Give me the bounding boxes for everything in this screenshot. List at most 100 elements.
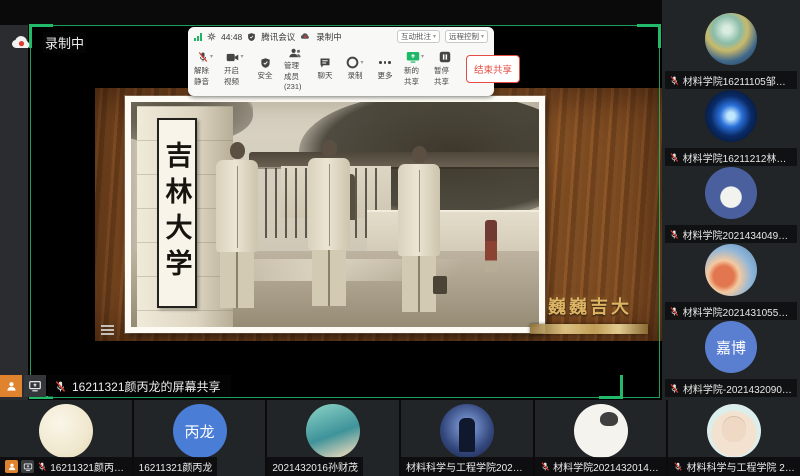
annotation-label: 互动批注 — [401, 31, 431, 42]
mic-muted-icon — [37, 461, 47, 472]
background-figure — [485, 220, 497, 272]
photo-album-background: 吉林大学 巍巍吉 — [95, 88, 662, 341]
participant-cell[interactable]: 材料学院16211212林越珩 — [662, 90, 800, 167]
mic-muted-icon — [673, 461, 683, 472]
video-tile[interactable]: 丙龙 16211321颜丙龙 — [134, 400, 266, 476]
mic-muted-icon — [669, 229, 680, 240]
unmute-label: 解除静音 — [194, 65, 216, 87]
chat-button[interactable]: 聊天 — [314, 56, 336, 81]
manage-members-label: 管理成员(231) — [284, 60, 306, 91]
mic-muted-icon — [669, 152, 680, 163]
photo-scene: 吉林大学 — [131, 102, 539, 327]
avatar — [440, 404, 494, 458]
presenter-icon — [5, 460, 18, 473]
recording-status-label: 录制中 — [316, 31, 342, 43]
cloud-record-status-icon — [300, 32, 311, 41]
settings-gear-icon[interactable] — [207, 32, 216, 41]
recording-badge-label: 录制中 — [43, 32, 86, 53]
manage-members-button[interactable]: 管理成员(231) — [284, 46, 306, 91]
participant-name: 材料学院16211212林越珩 — [683, 150, 793, 165]
chevron-down-icon[interactable]: ▾ — [360, 60, 363, 66]
pause-share-button[interactable]: 暂停共享 — [434, 51, 456, 87]
old-photo: 吉林大学 — [125, 96, 545, 333]
video-tile[interactable]: 材料科学与工程学院2021432... — [401, 400, 533, 476]
new-share-label: 新的共享 — [404, 65, 426, 87]
mic-muted-icon — [669, 75, 680, 86]
more-label: 更多 — [378, 70, 393, 81]
meeting-toolbar: 44:48 腾讯会议 录制中 互动批注 远程控制 — [188, 27, 494, 96]
security-button[interactable]: 安全 — [254, 56, 276, 81]
chat-icon — [319, 57, 331, 69]
participant-name: 材料学院2021431055王... — [683, 304, 793, 319]
chat-label: 聊天 — [318, 70, 333, 81]
tile-name: 材料学院2021432014孟... — [553, 459, 661, 474]
presenter-label: 16211321颜丙龙的屏幕共享 — [72, 378, 221, 395]
start-video-button[interactable]: ▾ 开启视频 — [224, 51, 246, 87]
more-dots-icon — [379, 56, 391, 69]
participant-name: 材料学院16211105邹幅至 — [683, 73, 793, 88]
tile-name: 16211321颜丙龙... — [50, 459, 126, 474]
participant-name: 材料学院2021434049沈阳 — [683, 227, 793, 242]
avatar — [39, 404, 93, 458]
participant-cell[interactable]: 材料学院2021434049沈阳 — [662, 167, 800, 244]
end-share-button[interactable]: 结束共享 — [466, 55, 520, 83]
video-tile[interactable]: 材料科学与工程学院 202... — [668, 400, 800, 476]
briefcase — [433, 276, 447, 294]
screen-share-icon — [24, 375, 46, 397]
mic-muted-icon — [54, 380, 67, 393]
mic-muted-icon — [540, 461, 550, 472]
new-share-icon — [406, 51, 420, 63]
video-tile[interactable]: 材料学院2021432014孟... — [535, 400, 667, 476]
cloud-recording-icon — [10, 35, 34, 51]
members-icon — [288, 47, 302, 59]
left-edge-strip — [0, 25, 28, 400]
player-menu-icon — [101, 325, 114, 335]
mic-muted-icon — [197, 51, 209, 63]
watermark-text: 巍巍吉大 — [548, 293, 632, 319]
participant-sidebar: 材料学院16211105邹幅至 材料学院16211212林越珩 材料学院2021… — [662, 0, 800, 400]
tile-name: 材料科学与工程学院2021432... — [406, 459, 528, 474]
meeting-title: 腾讯会议 — [261, 31, 295, 43]
chevron-down-icon[interactable]: ▾ — [240, 54, 243, 60]
participant-name: 材料学院-2021432090-... — [683, 381, 793, 396]
security-shield-icon — [260, 57, 271, 69]
avatar: 嘉博 — [705, 321, 757, 373]
participant-cell[interactable]: 材料学院16211105邹幅至 — [662, 13, 800, 90]
record-icon — [346, 56, 359, 69]
mic-muted-icon — [669, 383, 680, 394]
unmute-button[interactable]: ▾ 解除静音 — [194, 51, 216, 87]
avatar — [705, 90, 757, 142]
record-button[interactable]: ▾ 录制 — [344, 56, 366, 81]
meeting-duration: 44:48 — [221, 32, 242, 42]
chevron-down-icon[interactable]: ▾ — [210, 54, 213, 60]
screen-share-icon — [21, 460, 34, 473]
avatar — [574, 404, 628, 458]
avatar: 丙龙 — [173, 404, 227, 458]
tile-name: 16211321颜丙龙 — [139, 459, 213, 474]
avatar — [306, 404, 360, 458]
tile-name: 2021432016孙财茂 — [272, 459, 358, 474]
new-share-button[interactable]: ▾ 新的共享 — [404, 51, 426, 87]
video-tile[interactable]: 16211321颜丙龙... — [0, 400, 132, 476]
camera-icon — [226, 52, 239, 63]
university-sign: 吉林大学 — [157, 118, 197, 308]
meeting-window: 吉林大学 巍巍吉 — [0, 0, 800, 476]
avatar — [707, 404, 761, 458]
security-label: 安全 — [258, 70, 273, 81]
chevron-down-icon[interactable]: ▾ — [421, 54, 424, 60]
start-video-label: 开启视频 — [224, 65, 246, 87]
remote-control-dropdown[interactable]: 远程控制 — [445, 30, 488, 43]
man-figure — [211, 142, 263, 308]
video-tile[interactable]: 2021432016孙财茂 — [267, 400, 399, 476]
man-figure — [393, 146, 445, 312]
pause-share-label: 暂停共享 — [434, 65, 456, 87]
network-signal-icon — [194, 33, 202, 41]
shield-icon — [247, 32, 256, 42]
more-button[interactable]: 更多 — [374, 56, 396, 81]
mic-muted-icon — [669, 306, 680, 317]
annotation-dropdown[interactable]: 互动批注 — [397, 30, 440, 43]
participant-cell[interactable]: 嘉博 材料学院-2021432090-... — [662, 321, 800, 398]
bottom-tile-row: 16211321颜丙龙... 丙龙 16211321颜丙龙 2021432016… — [0, 400, 800, 476]
remote-control-label: 远程控制 — [449, 31, 479, 42]
participant-cell[interactable]: 材料学院2021431055王... — [662, 244, 800, 321]
